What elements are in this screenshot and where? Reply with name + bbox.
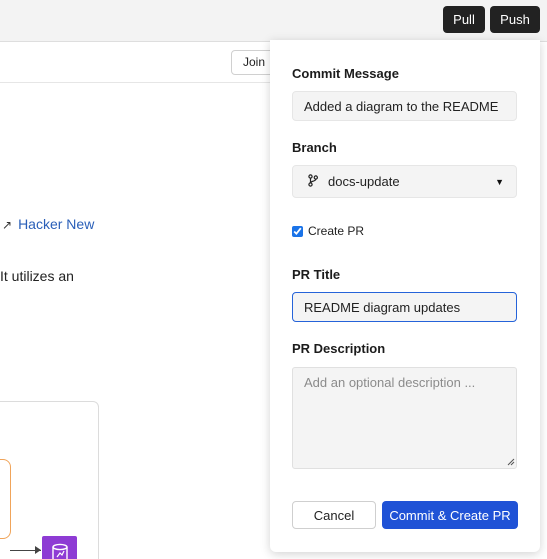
pr-description-label: PR Description (292, 341, 386, 356)
branch-select[interactable]: docs-update ▼ (292, 165, 517, 198)
link-text: Hacker New (18, 216, 95, 232)
pr-description-textarea[interactable] (292, 367, 517, 469)
hacker-news-link[interactable]: ↗ Hacker New (2, 216, 94, 232)
app-window: Pull Push Join ↗ Hacker New It utilizes a… (0, 0, 547, 559)
branch-value: docs-update (328, 174, 400, 189)
commit-panel: Commit Message Branch docs-update ▼ Crea… (270, 40, 540, 552)
diagram-group-box (0, 459, 11, 539)
pr-title-label: PR Title (292, 267, 341, 282)
cancel-button[interactable]: Cancel (292, 501, 376, 529)
git-branch-icon (308, 173, 319, 190)
create-pr-label: Create PR (308, 224, 365, 238)
diagram-arrow-head (35, 546, 41, 554)
external-link-arrow-icon: ↗ (2, 218, 13, 232)
branch-label: Branch (292, 140, 337, 155)
push-button[interactable]: Push (490, 6, 540, 33)
commit-message-input[interactable] (292, 91, 517, 121)
caret-down-icon: ▼ (495, 176, 504, 187)
create-pr-row[interactable]: Create PR (292, 224, 364, 238)
pr-title-input[interactable] (292, 292, 517, 322)
divider (0, 82, 270, 83)
create-pr-checkbox[interactable] (292, 225, 303, 237)
top-bar: Pull Push (0, 0, 547, 42)
commit-message-label: Commit Message (292, 66, 399, 81)
commit-create-pr-button[interactable]: Commit & Create PR (382, 501, 518, 529)
body-text: It utilizes an (0, 268, 74, 284)
pull-button[interactable]: Pull (443, 6, 485, 33)
database-icon (42, 536, 77, 559)
resize-grip-icon[interactable] (507, 458, 515, 466)
